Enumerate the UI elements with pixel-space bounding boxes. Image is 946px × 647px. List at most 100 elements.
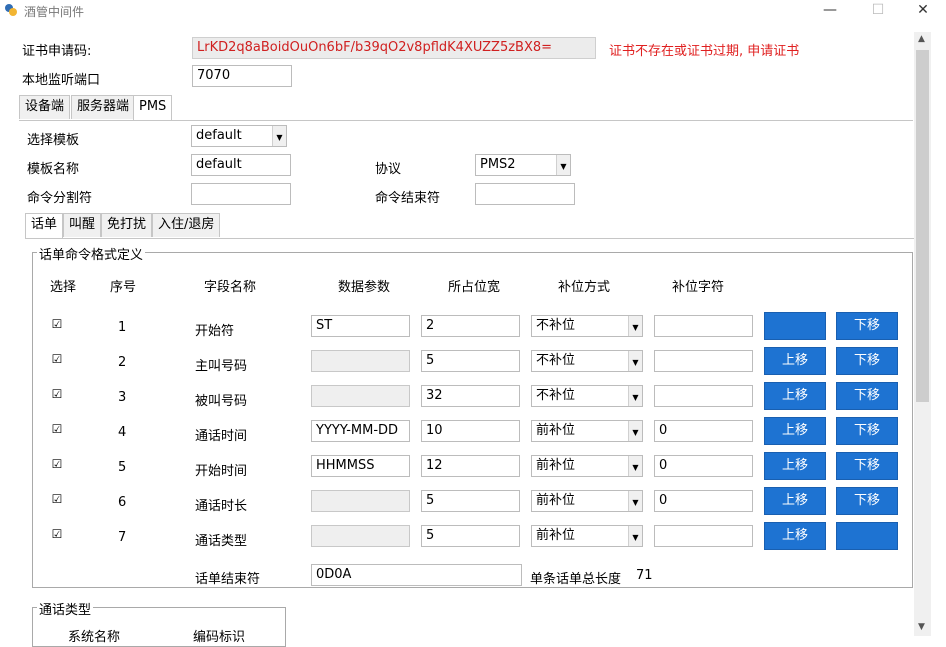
maximize-button[interactable]: ☐ — [858, 0, 898, 22]
tab-pms[interactable]: PMS — [133, 95, 173, 120]
call-type-col-system-name: 系统名称 — [68, 630, 121, 645]
protocol-select[interactable]: PMS2 ▼ — [475, 154, 571, 176]
row-pad-mode-value: 不补位 — [536, 388, 576, 403]
row-checkbox[interactable]: ☑ — [51, 388, 63, 401]
row-param-input[interactable] — [311, 350, 410, 372]
row-move-up-button[interactable]: 上移 — [764, 382, 826, 410]
scrollbar-thumb[interactable] — [916, 50, 929, 402]
row-move-down-button[interactable]: 下移 — [836, 452, 898, 480]
row-move-down-button[interactable]: 下移 — [836, 487, 898, 515]
row-seq: 1 — [118, 320, 127, 335]
row-width-input[interactable]: 32 — [421, 385, 520, 407]
cert-code-field[interactable]: LrKD2q8aBoidOuOn6bF/b39qO2v8pfldK4XUZZ5z… — [192, 37, 596, 59]
cmd-end-label: 命令结束符 — [375, 191, 441, 206]
row-pad-mode-select[interactable]: 前补位 ▼ — [531, 420, 643, 442]
tab-checkin-checkout[interactable]: 入住/退房 — [152, 213, 221, 237]
template-name-label: 模板名称 — [27, 162, 80, 177]
row-pad-mode-select[interactable]: 前补位 ▼ — [531, 525, 643, 547]
row-field-name: 通话时间 — [195, 429, 248, 444]
header-width: 所占位宽 — [448, 280, 501, 295]
row-param-input[interactable] — [311, 385, 410, 407]
protocol-select-value: PMS2 — [480, 157, 516, 172]
template-select[interactable]: default ▼ — [191, 125, 287, 147]
header-pad-char: 补位字符 — [672, 280, 725, 295]
row-move-up-button[interactable]: 上移 — [764, 452, 826, 480]
row-width-input[interactable]: 2 — [421, 315, 520, 337]
template-name-input[interactable]: default — [191, 154, 291, 176]
row-move-up-button[interactable]: 上移 — [764, 347, 826, 375]
close-button[interactable]: ✕ — [903, 0, 943, 22]
row-param-input[interactable]: ST — [311, 315, 410, 337]
row-param-input[interactable]: YYYY-MM-DD — [311, 420, 410, 442]
row-checkbox[interactable]: ☑ — [51, 353, 63, 366]
cert-error-text[interactable]: 证书不存在或证书过期, 申请证书 — [609, 40, 799, 59]
row-move-down-button[interactable]: 下移 — [836, 382, 898, 410]
row-move-down-button[interactable]: 下移 — [836, 417, 898, 445]
row-param-input[interactable] — [311, 525, 410, 547]
tab-wake-up[interactable]: 叫醒 — [63, 213, 102, 237]
row-pad-char-input[interactable] — [654, 525, 753, 547]
row-pad-char-input[interactable] — [654, 315, 753, 337]
cmd-separator-input[interactable] — [191, 183, 291, 205]
tab-call-record[interactable]: 话单 — [25, 213, 64, 238]
row-width-input[interactable]: 5 — [421, 350, 520, 372]
row-pad-char-input[interactable]: 0 — [654, 455, 753, 477]
cmd-end-input[interactable] — [475, 183, 575, 205]
record-end-input[interactable]: 0D0A — [311, 564, 522, 586]
row-pad-mode-value: 前补位 — [536, 458, 576, 473]
chevron-down-icon: ▼ — [272, 126, 286, 146]
row-seq: 3 — [118, 390, 127, 405]
row-move-down-button[interactable]: 下移 — [836, 312, 898, 340]
header-data-param: 数据参数 — [338, 280, 391, 295]
row-pad-mode-value: 前补位 — [536, 493, 576, 508]
row-move-down-button[interactable] — [836, 522, 898, 550]
row-pad-char-input[interactable]: 0 — [654, 490, 753, 512]
row-field-name: 通话类型 — [195, 534, 248, 549]
row-pad-mode-select[interactable]: 不补位 ▼ — [531, 315, 643, 337]
call-type-col-code: 编码标识 — [193, 630, 246, 645]
record-end-label: 话单结束符 — [195, 572, 261, 587]
row-field-name: 开始时间 — [195, 464, 248, 479]
scroll-down-icon[interactable]: ▼ — [918, 622, 925, 632]
row-param-input[interactable] — [311, 490, 410, 512]
row-checkbox[interactable]: ☑ — [51, 423, 63, 436]
row-pad-char-input[interactable] — [654, 385, 753, 407]
row-move-up-button[interactable]: 上移 — [764, 522, 826, 550]
row-width-input[interactable]: 5 — [421, 490, 520, 512]
row-pad-mode-select[interactable]: 前补位 ▼ — [531, 490, 643, 512]
row-checkbox[interactable]: ☑ — [51, 493, 63, 506]
row-width-input[interactable]: 5 — [421, 525, 520, 547]
row-pad-mode-select[interactable]: 不补位 ▼ — [531, 385, 643, 407]
row-field-name: 通话时长 — [195, 499, 248, 514]
row-pad-mode-select[interactable]: 不补位 ▼ — [531, 350, 643, 372]
row-move-down-button[interactable]: 下移 — [836, 347, 898, 375]
chevron-down-icon: ▼ — [628, 316, 642, 336]
row-checkbox[interactable]: ☑ — [51, 458, 63, 471]
row-checkbox[interactable]: ☑ — [51, 318, 63, 331]
tab-device[interactable]: 设备端 — [19, 95, 71, 119]
tab-do-not-disturb[interactable]: 免打扰 — [101, 213, 153, 237]
row-move-up-button[interactable]: 上移 — [764, 487, 826, 515]
header-select: 选择 — [50, 280, 77, 295]
tab-server[interactable]: 服务器端 — [71, 95, 136, 119]
row-move-up-button[interactable] — [764, 312, 826, 340]
row-pad-char-input[interactable]: 0 — [654, 420, 753, 442]
scroll-up-icon[interactable]: ▲ — [918, 34, 925, 44]
call-type-group-title: 通话类型 — [37, 599, 94, 618]
row-pad-char-input[interactable] — [654, 350, 753, 372]
row-checkbox[interactable]: ☑ — [51, 528, 63, 541]
row-seq: 2 — [118, 355, 127, 370]
minimize-button[interactable]: — — [810, 0, 850, 22]
row-move-up-button[interactable]: 上移 — [764, 417, 826, 445]
port-input[interactable]: 7070 — [192, 65, 292, 87]
row-field-name: 被叫号码 — [195, 394, 248, 409]
chevron-down-icon: ▼ — [628, 421, 642, 441]
row-pad-mode-select[interactable]: 前补位 ▼ — [531, 455, 643, 477]
row-pad-mode-value: 不补位 — [536, 353, 576, 368]
row-param-input[interactable]: HHMMSS — [311, 455, 410, 477]
chevron-down-icon: ▼ — [556, 155, 570, 175]
cert-label: 证书申请码: — [22, 44, 92, 59]
tab-divider — [19, 120, 913, 121]
row-width-input[interactable]: 12 — [421, 455, 520, 477]
row-width-input[interactable]: 10 — [421, 420, 520, 442]
